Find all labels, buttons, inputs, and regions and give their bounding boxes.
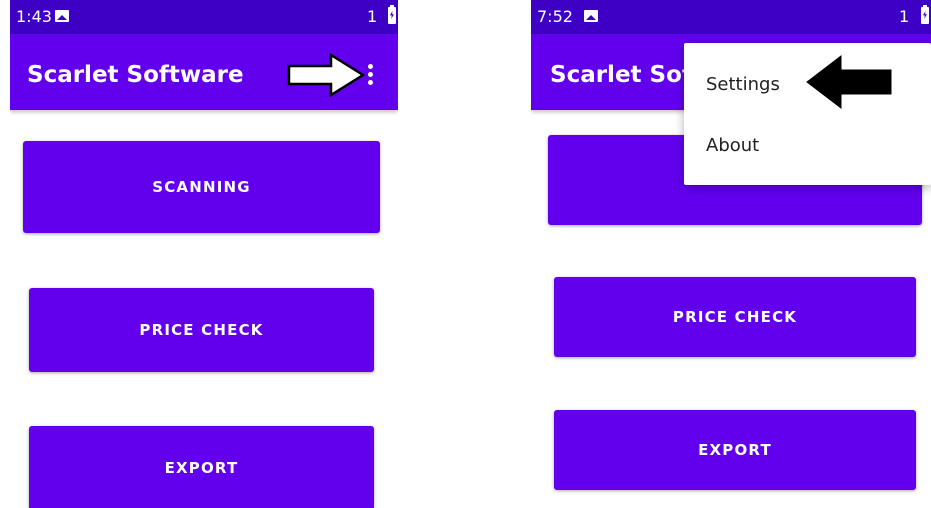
export-button[interactable]: EXPORT <box>29 426 374 508</box>
export-button[interactable]: EXPORT <box>554 410 916 490</box>
left-phone-screen: 1:43 1 Scarlet Software SCANNING PRICE C… <box>10 0 398 508</box>
battery-icon <box>388 5 396 24</box>
scanning-button[interactable]: SCANNING <box>23 141 380 233</box>
status-notification-count: 1 <box>367 7 378 26</box>
overflow-menu: Settings About <box>684 43 931 185</box>
status-notification-count: 1 <box>899 7 910 26</box>
status-time: 7:52 <box>537 7 573 26</box>
overflow-menu-icon[interactable] <box>367 64 373 86</box>
menu-item-settings[interactable]: Settings <box>706 74 780 95</box>
image-icon <box>55 10 69 22</box>
price-check-button[interactable]: PRICE CHECK <box>29 288 374 372</box>
price-check-button[interactable]: PRICE CHECK <box>554 277 916 357</box>
arrow-left-icon <box>806 54 892 110</box>
status-bar: 7:52 1 <box>531 0 931 34</box>
arrow-right-icon <box>287 53 365 97</box>
image-icon <box>584 10 598 22</box>
status-bar: 1:43 1 <box>10 0 398 34</box>
menu-item-about[interactable]: About <box>706 135 759 156</box>
app-title: Scarlet Software <box>27 62 244 88</box>
status-time: 1:43 <box>16 7 52 26</box>
right-phone-screen: 7:52 1 Scarlet Software SCANNING PRICE C… <box>531 0 931 508</box>
battery-icon <box>921 5 929 24</box>
app-bar: Scarlet Software <box>10 34 398 110</box>
